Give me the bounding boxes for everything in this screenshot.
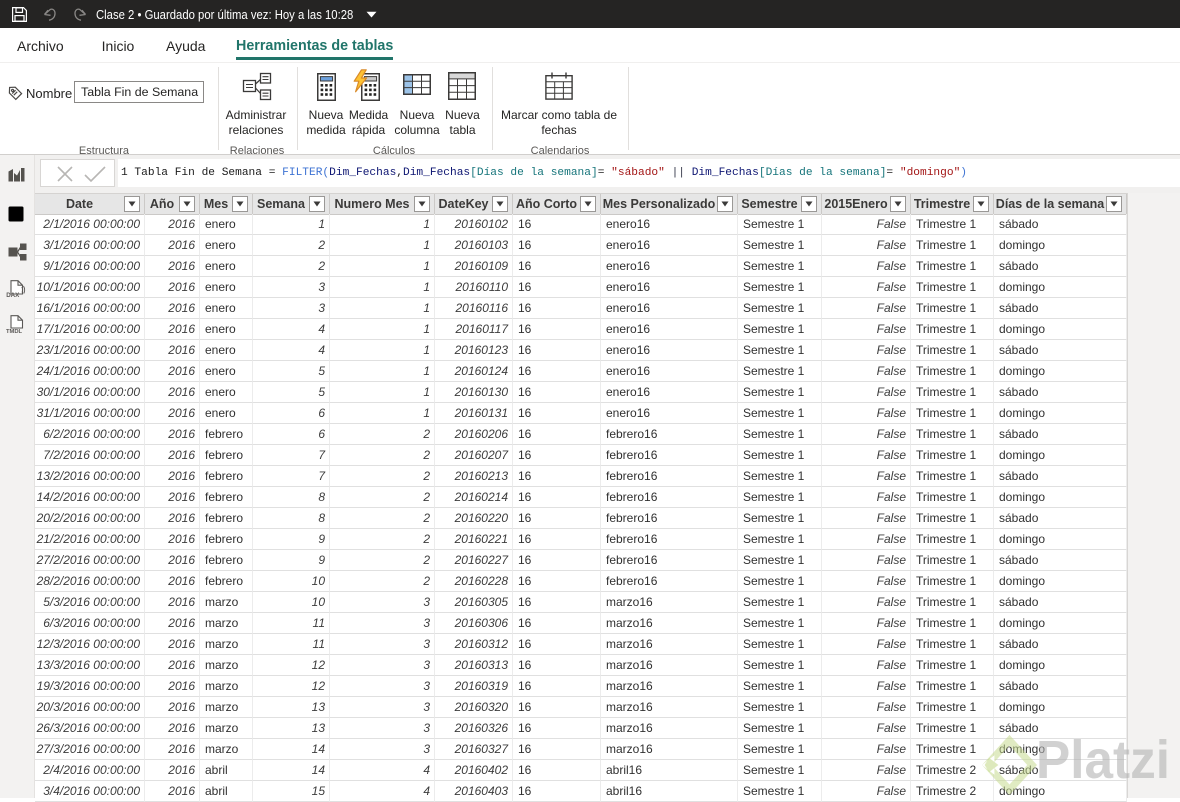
svg-text:DAX: DAX <box>6 292 20 299</box>
svg-text:TMDL: TMDL <box>6 329 23 334</box>
